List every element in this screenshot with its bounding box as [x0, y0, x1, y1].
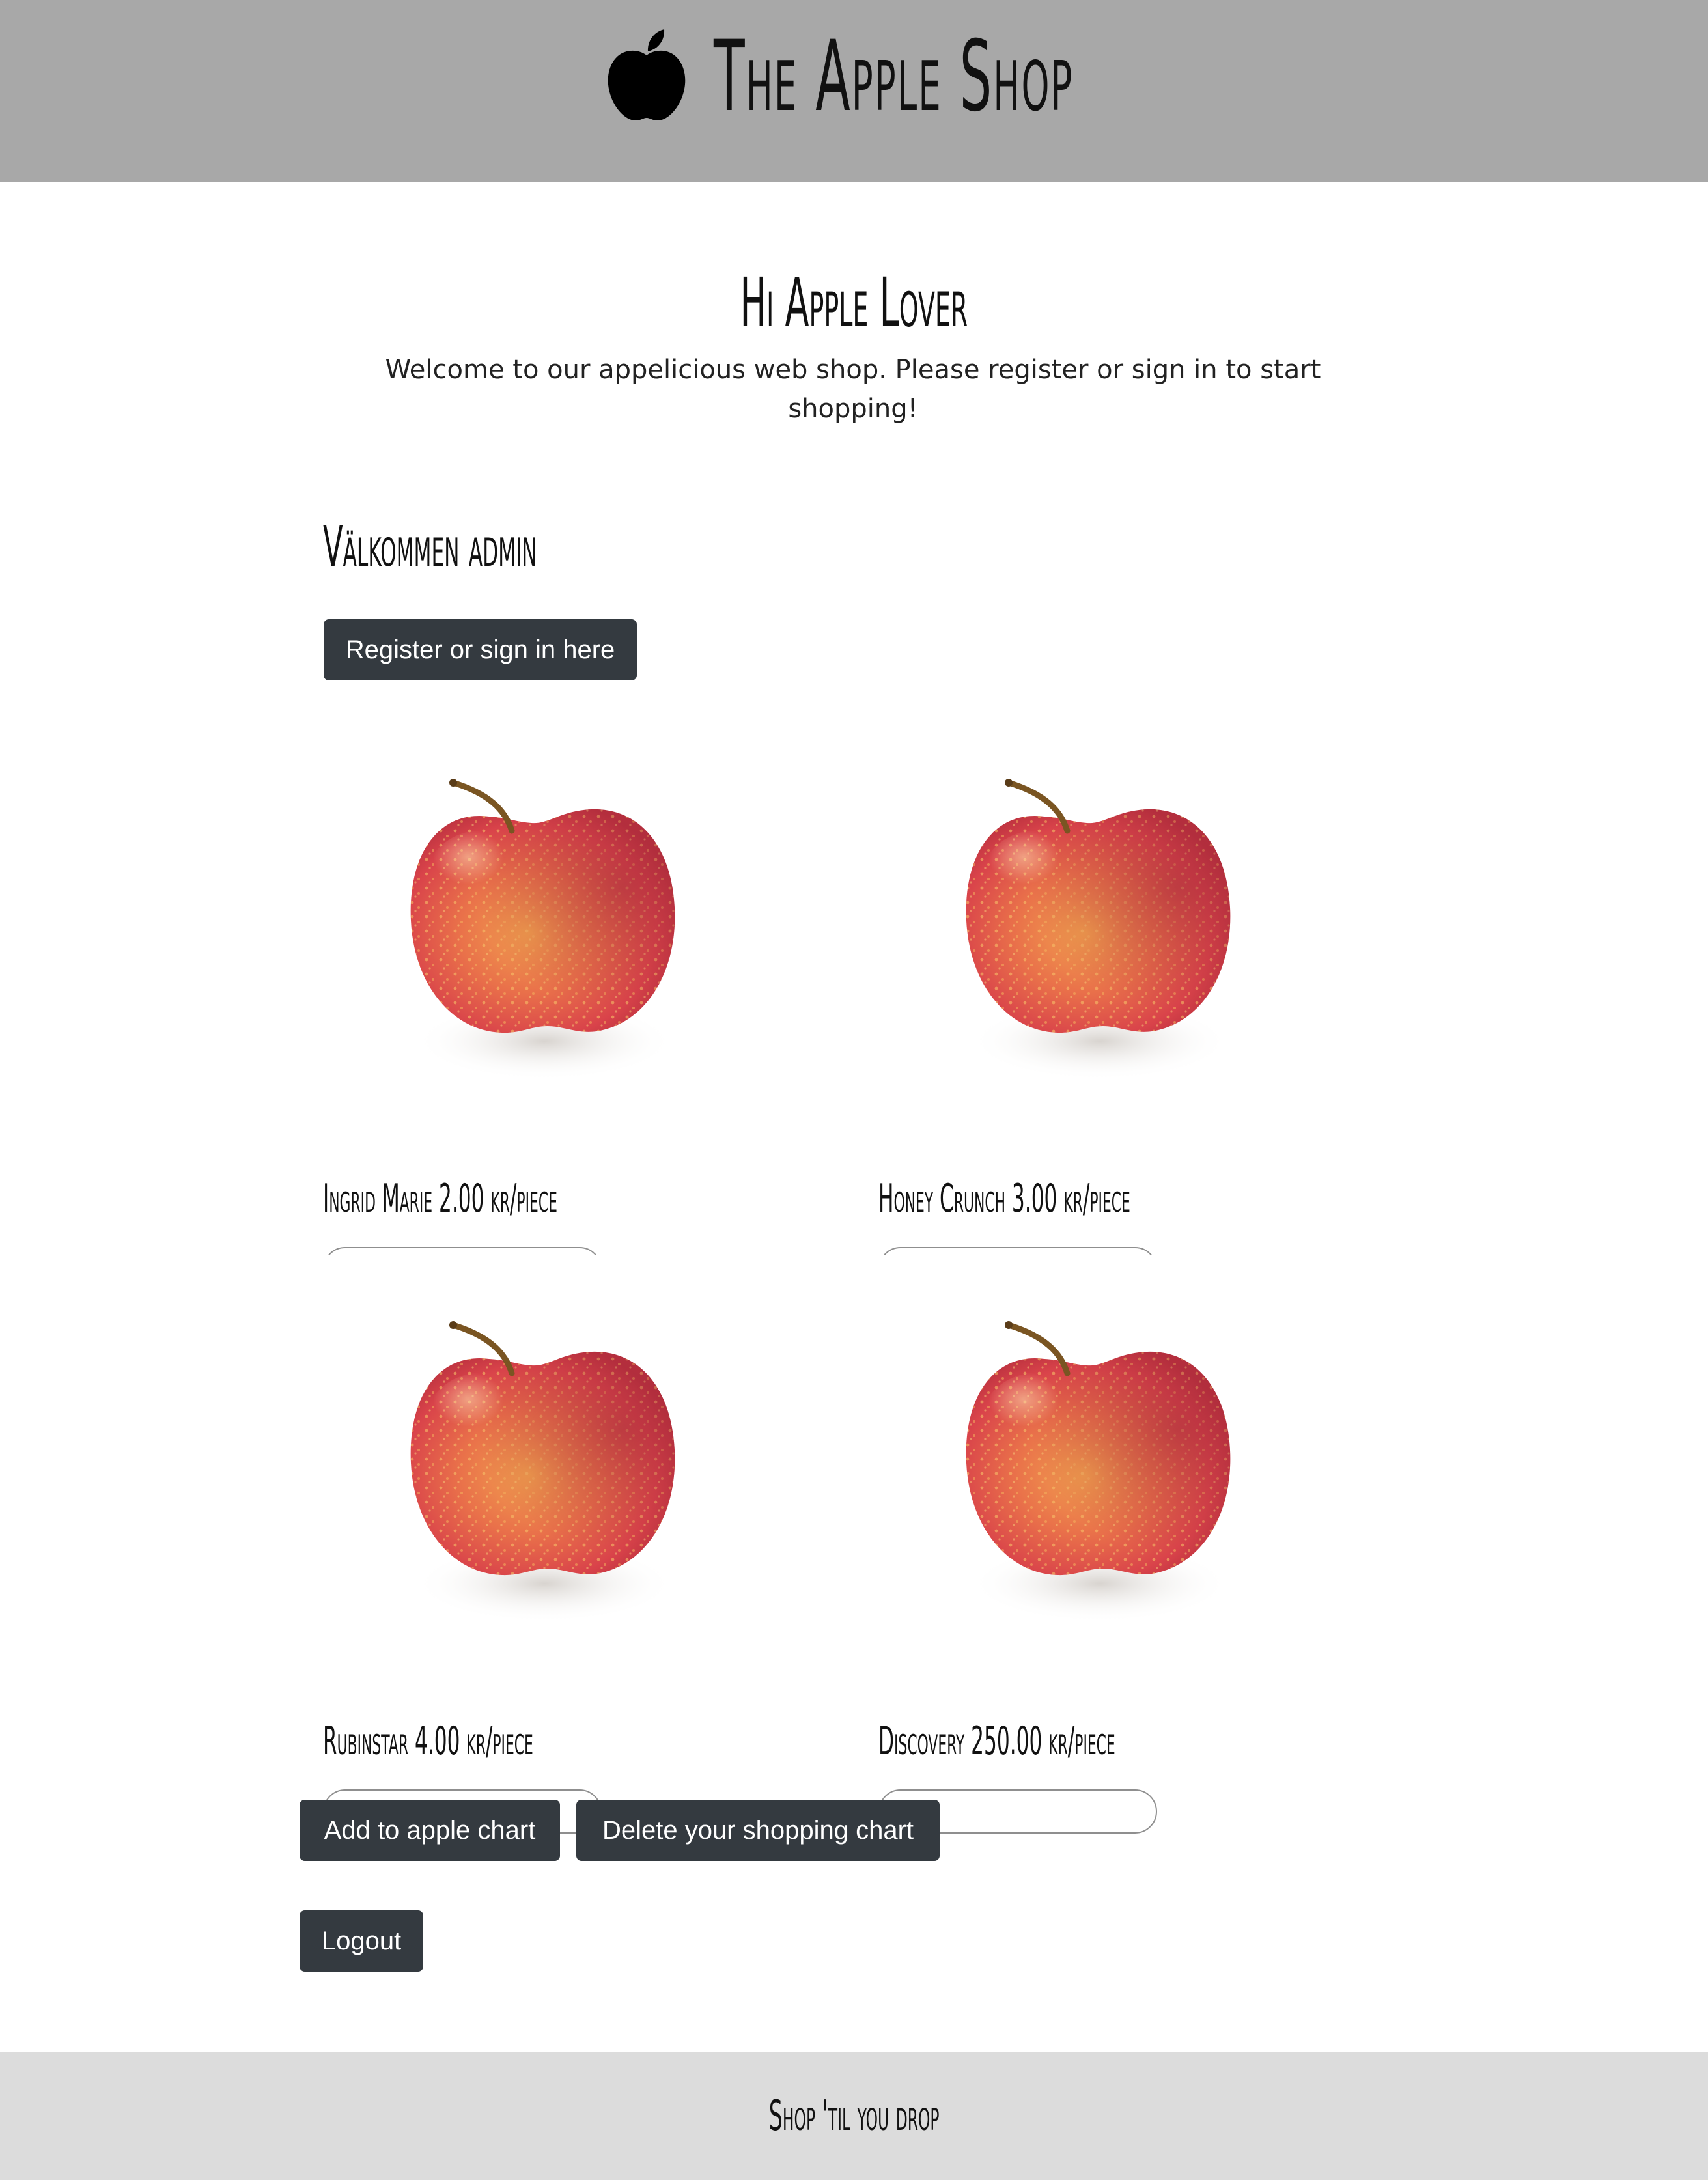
header-brand[interactable]: The Apple Shop [604, 25, 1406, 129]
product-price: 2.00 [439, 1176, 484, 1222]
product-label: Rubinstar 4.00 kr/piece [323, 1718, 533, 1764]
product-price: 250.00 [971, 1718, 1043, 1764]
footer-text: Shop 'til you drop [0, 2052, 1708, 2180]
apple-photo [878, 1255, 1289, 1658]
apple-logo-icon [604, 28, 689, 126]
hero-title-text: Hi Apple Lover [740, 263, 968, 342]
site-title: The Apple Shop [714, 20, 1074, 133]
product-label: Discovery 250.00 kr/piece [878, 1718, 1115, 1764]
product-price: 3.00 [1011, 1176, 1057, 1222]
product-name: Ingrid Marie [323, 1176, 433, 1222]
product-price: 4.00 [414, 1718, 460, 1764]
product-unit: kr/piece [1063, 1176, 1130, 1222]
site-header: The Apple Shop [0, 0, 1708, 182]
hero-title: Hi Apple Lover [0, 264, 1708, 342]
product-unit: kr/piece [466, 1718, 533, 1764]
register-button[interactable]: Register or sign in here [324, 619, 637, 680]
delete-cart-button[interactable]: Delete your shopping chart [576, 1800, 940, 1861]
product-label: Ingrid Marie 2.00 kr/piece [323, 1176, 557, 1222]
product-name: Rubinstar [323, 1718, 409, 1764]
product-label: Honey Crunch 3.00 kr/piece [878, 1176, 1130, 1222]
apple-photo [878, 712, 1289, 1116]
logout-button[interactable]: Logout [300, 1910, 423, 1972]
apple-photo [323, 1255, 733, 1658]
hero-text: Welcome to our appelicious web shop. Ple… [385, 355, 1321, 424]
product-name: Honey Crunch [878, 1176, 1006, 1222]
site-footer: Shop 'til you drop [0, 2052, 1708, 2180]
footer-tagline: Shop 'til you drop [768, 2092, 940, 2140]
product-name: Discovery [878, 1718, 965, 1764]
apple-photo [323, 712, 733, 1116]
product-unit: kr/piece [490, 1176, 557, 1222]
add-to-cart-button[interactable]: Add to apple chart [300, 1800, 560, 1861]
product-unit: kr/piece [1048, 1718, 1115, 1764]
welcome-heading: Välkommen admin [323, 514, 537, 580]
